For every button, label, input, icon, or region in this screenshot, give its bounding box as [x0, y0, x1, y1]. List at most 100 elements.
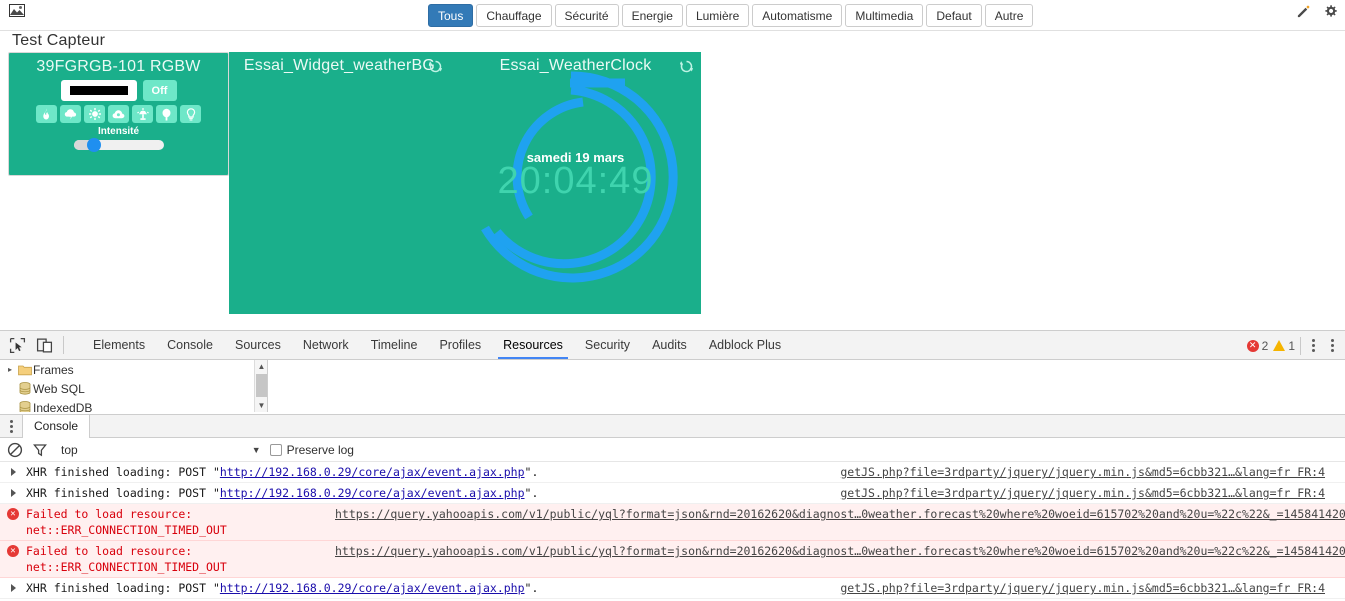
refresh-icon[interactable]	[429, 60, 442, 73]
nav-button-label: Multimedia	[855, 8, 914, 23]
nav-button-multimedia[interactable]: Multimedia	[845, 4, 924, 27]
widget-dashboard: 39FGRGB-101 RGBW Off Intensité Essai_Wid…	[0, 52, 1345, 314]
widget-weather-clock[interactable]: Essai_WeatherClock samedi 19 mars 20:04:…	[450, 52, 701, 314]
tab-console[interactable]: Console	[156, 331, 224, 359]
console-link-url[interactable]: http://192.168.0.29/core/ajax/event.ajax…	[220, 465, 525, 479]
filter-funnel-icon[interactable]	[32, 442, 48, 458]
nav-button-lumiere[interactable]: Lumière	[685, 4, 750, 27]
toolbar-divider	[63, 336, 64, 354]
tab-profiles[interactable]: Profiles	[428, 331, 492, 359]
expand-triangle-icon[interactable]	[10, 584, 16, 592]
tab-audits[interactable]: Audits	[641, 331, 698, 359]
intensity-label: Intensité	[97, 126, 140, 137]
console-message-text: XHR finished loading: POST "http://192.1…	[26, 464, 538, 480]
nav-button-label: Defaut	[936, 8, 972, 23]
console-source-link[interactable]: getJS.php?file=3rdparty/jquery/jquery.mi…	[840, 465, 1325, 479]
drawer-tab-console[interactable]: Console	[22, 414, 91, 438]
power-off-button[interactable]: Off	[142, 80, 177, 101]
widget-rgbw-light[interactable]: 39FGRGB-101 RGBW Off Intensité	[8, 52, 229, 176]
widget-weather-background[interactable]: Essai_Widget_weatherBG	[229, 52, 450, 314]
intensity-slider[interactable]	[73, 138, 164, 152]
console-context-selector[interactable]: top	[57, 443, 78, 457]
widget-title: 39FGRGB-101 RGBW	[36, 58, 201, 75]
nav-button-tous[interactable]: Tous	[428, 4, 474, 27]
devtools-tool-icons	[0, 331, 73, 359]
devtools-close-icon[interactable]	[1325, 337, 1339, 355]
inspect-element-icon[interactable]	[9, 337, 26, 354]
drawer-tabbar: Console	[0, 414, 1345, 438]
console-message-xhr[interactable]: XHR finished loading: POST "http://192.1…	[0, 578, 1345, 599]
error-circle-icon: ✕	[7, 545, 19, 557]
devtools-status-area: ✕ 2 1	[1246, 331, 1339, 360]
console-error-url[interactable]: https://query.yahooapis.com/v1/public/yq…	[335, 507, 1345, 521]
console-message-xhr[interactable]: XHR finished loading: POST "http://192.1…	[0, 462, 1345, 483]
scene-icon-buttons	[9, 105, 228, 123]
nav-button-label: Lumière	[695, 8, 740, 23]
nav-button-autre[interactable]: Autre	[984, 4, 1034, 27]
tree-item-indexeddb[interactable]: IndexedDB	[0, 398, 267, 412]
expand-gutter	[0, 485, 26, 497]
console-error-url[interactable]: https://query.yahooapis.com/v1/public/yq…	[335, 544, 1345, 558]
color-swatch	[69, 86, 128, 95]
console-source-link[interactable]: getJS.php?file=3rdparty/jquery/jquery.mi…	[840, 486, 1325, 500]
pencil-edit-icon[interactable]	[1296, 4, 1311, 19]
flame-icon[interactable]	[36, 105, 57, 123]
lamp-icon[interactable]	[132, 105, 153, 123]
console-link-url[interactable]: http://192.168.0.29/core/ajax/event.ajax…	[220, 486, 525, 500]
scroll-up-arrow-icon[interactable]: ▲	[255, 360, 267, 373]
error-gutter: ✕	[0, 506, 26, 520]
error-circle-icon: ✕	[7, 508, 19, 520]
expand-triangle-icon[interactable]	[10, 468, 16, 476]
preserve-log-checkbox[interactable]	[269, 443, 282, 456]
sun-icon[interactable]	[84, 105, 105, 123]
tab-network[interactable]: Network	[292, 331, 360, 359]
error-line-2: net::ERR_CONNECTION_TIMED_OUT	[26, 523, 227, 537]
tree-icon[interactable]	[156, 105, 177, 123]
expand-triangle-icon[interactable]	[10, 489, 16, 497]
slider-handle[interactable]	[86, 138, 101, 152]
console-message-error[interactable]: ✕ Failed to load resource: net::ERR_CONN…	[0, 504, 1345, 541]
device-toolbar-icon[interactable]	[36, 337, 53, 354]
console-source-link[interactable]: getJS.php?file=3rdparty/jquery/jquery.mi…	[840, 581, 1325, 595]
console-message-error[interactable]: ✕ Failed to load resource: net::ERR_CONN…	[0, 541, 1345, 578]
warning-count-badge[interactable]: 1	[1273, 339, 1295, 353]
resources-detail-pane	[268, 360, 1345, 412]
tab-elements[interactable]: Elements	[82, 331, 156, 359]
nav-button-defaut[interactable]: Defaut	[926, 4, 982, 27]
preserve-log-toggle[interactable]: Preserve log	[269, 443, 354, 457]
tab-security[interactable]: Security	[574, 331, 641, 359]
nav-button-energie[interactable]: Energie	[621, 4, 683, 27]
quote: "	[212, 486, 220, 500]
lightbulb-icon[interactable]	[180, 105, 201, 123]
nav-button-label: Sécurité	[564, 8, 609, 23]
tab-label: Adblock Plus	[708, 338, 782, 352]
tab-timeline[interactable]: Timeline	[360, 331, 429, 359]
console-link-url[interactable]: http://192.168.0.29/core/ajax/event.ajax…	[220, 581, 525, 595]
drawer-menu-icon[interactable]	[0, 415, 22, 438]
clear-console-icon[interactable]	[7, 442, 23, 458]
image-icon[interactable]	[8, 3, 26, 18]
tab-adblock-plus[interactable]: Adblock Plus	[698, 331, 792, 359]
chevron-right-icon[interactable]: ▸	[4, 365, 16, 374]
tab-resources[interactable]: Resources	[492, 331, 574, 359]
tab-sources[interactable]: Sources	[224, 331, 292, 359]
cloud-icon[interactable]	[108, 105, 129, 123]
scroll-down-arrow-icon[interactable]: ▼	[255, 399, 267, 412]
status-divider	[1300, 336, 1301, 355]
color-picker-input[interactable]	[60, 80, 137, 101]
console-message-xhr[interactable]: XHR finished loading: POST "http://192.1…	[0, 483, 1345, 504]
devtools-more-menu-icon[interactable]	[1306, 337, 1320, 355]
gear-settings-icon[interactable]	[1323, 4, 1338, 19]
nav-button-label: Autre	[994, 8, 1024, 23]
nav-button-securite[interactable]: Sécurité	[554, 4, 619, 27]
nav-button-automatisme[interactable]: Automatisme	[752, 4, 843, 27]
nav-button-chauffage[interactable]: Chauffage	[476, 4, 552, 27]
tree-item-frames[interactable]: ▸ Frames	[0, 360, 267, 379]
cloud-lightning-icon[interactable]	[60, 105, 81, 123]
tree-item-web-sql[interactable]: Web SQL	[0, 379, 267, 398]
chevron-down-icon[interactable]: ▼	[252, 445, 261, 455]
scrollbar-thumb[interactable]	[256, 374, 267, 397]
error-count-badge[interactable]: ✕ 2	[1246, 339, 1268, 353]
resources-tree-scrollbar[interactable]: ▲ ▼	[254, 360, 267, 412]
resources-tree: ▸ Frames Web SQL IndexedDB ▲ ▼	[0, 360, 268, 412]
